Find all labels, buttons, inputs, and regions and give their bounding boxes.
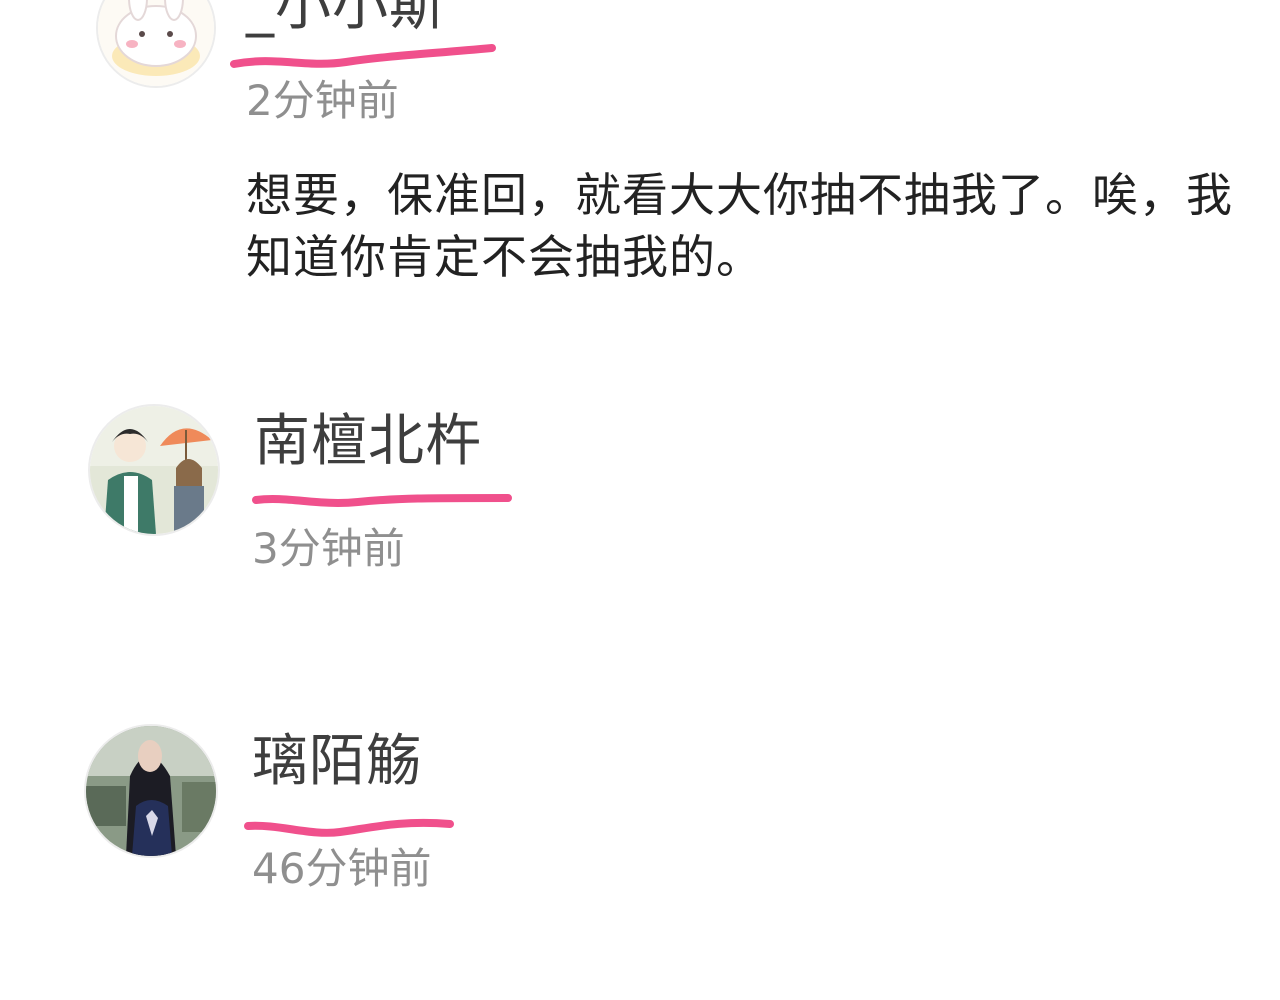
timestamp: 3分钟前 [252, 524, 405, 573]
username[interactable]: _小小斯 [246, 0, 446, 34]
anime-boy-umbrella-avatar-icon [90, 406, 218, 534]
bunny-avatar-icon [98, 0, 214, 86]
girl-photo-avatar-icon [86, 726, 216, 856]
highlight-underline [244, 818, 454, 837]
highlight-underline [252, 494, 512, 507]
avatar[interactable] [84, 724, 218, 858]
comment-text: 想要，保准回，就看大大你抽不抽我了。唉，我知道你肯定不会抽我的。 [246, 168, 1233, 284]
comment-item: _小小斯 2分钟前 想要，保准回，就看大大你抽不抽我了。唉，我知道你肯定不会抽我… [0, 0, 1280, 330]
highlight-underline [230, 44, 496, 68]
avatar[interactable] [96, 0, 216, 88]
username[interactable]: 璃陌觞 [252, 734, 423, 790]
avatar[interactable] [88, 404, 220, 536]
username[interactable]: 南檀北杵 [254, 414, 482, 470]
comment-item: 璃陌觞 46分钟前 [0, 720, 1280, 920]
timestamp: 46分钟前 [252, 844, 432, 893]
comment-item: 南檀北杵 3分钟前 [0, 400, 1280, 600]
timestamp: 2分钟前 [246, 76, 399, 125]
